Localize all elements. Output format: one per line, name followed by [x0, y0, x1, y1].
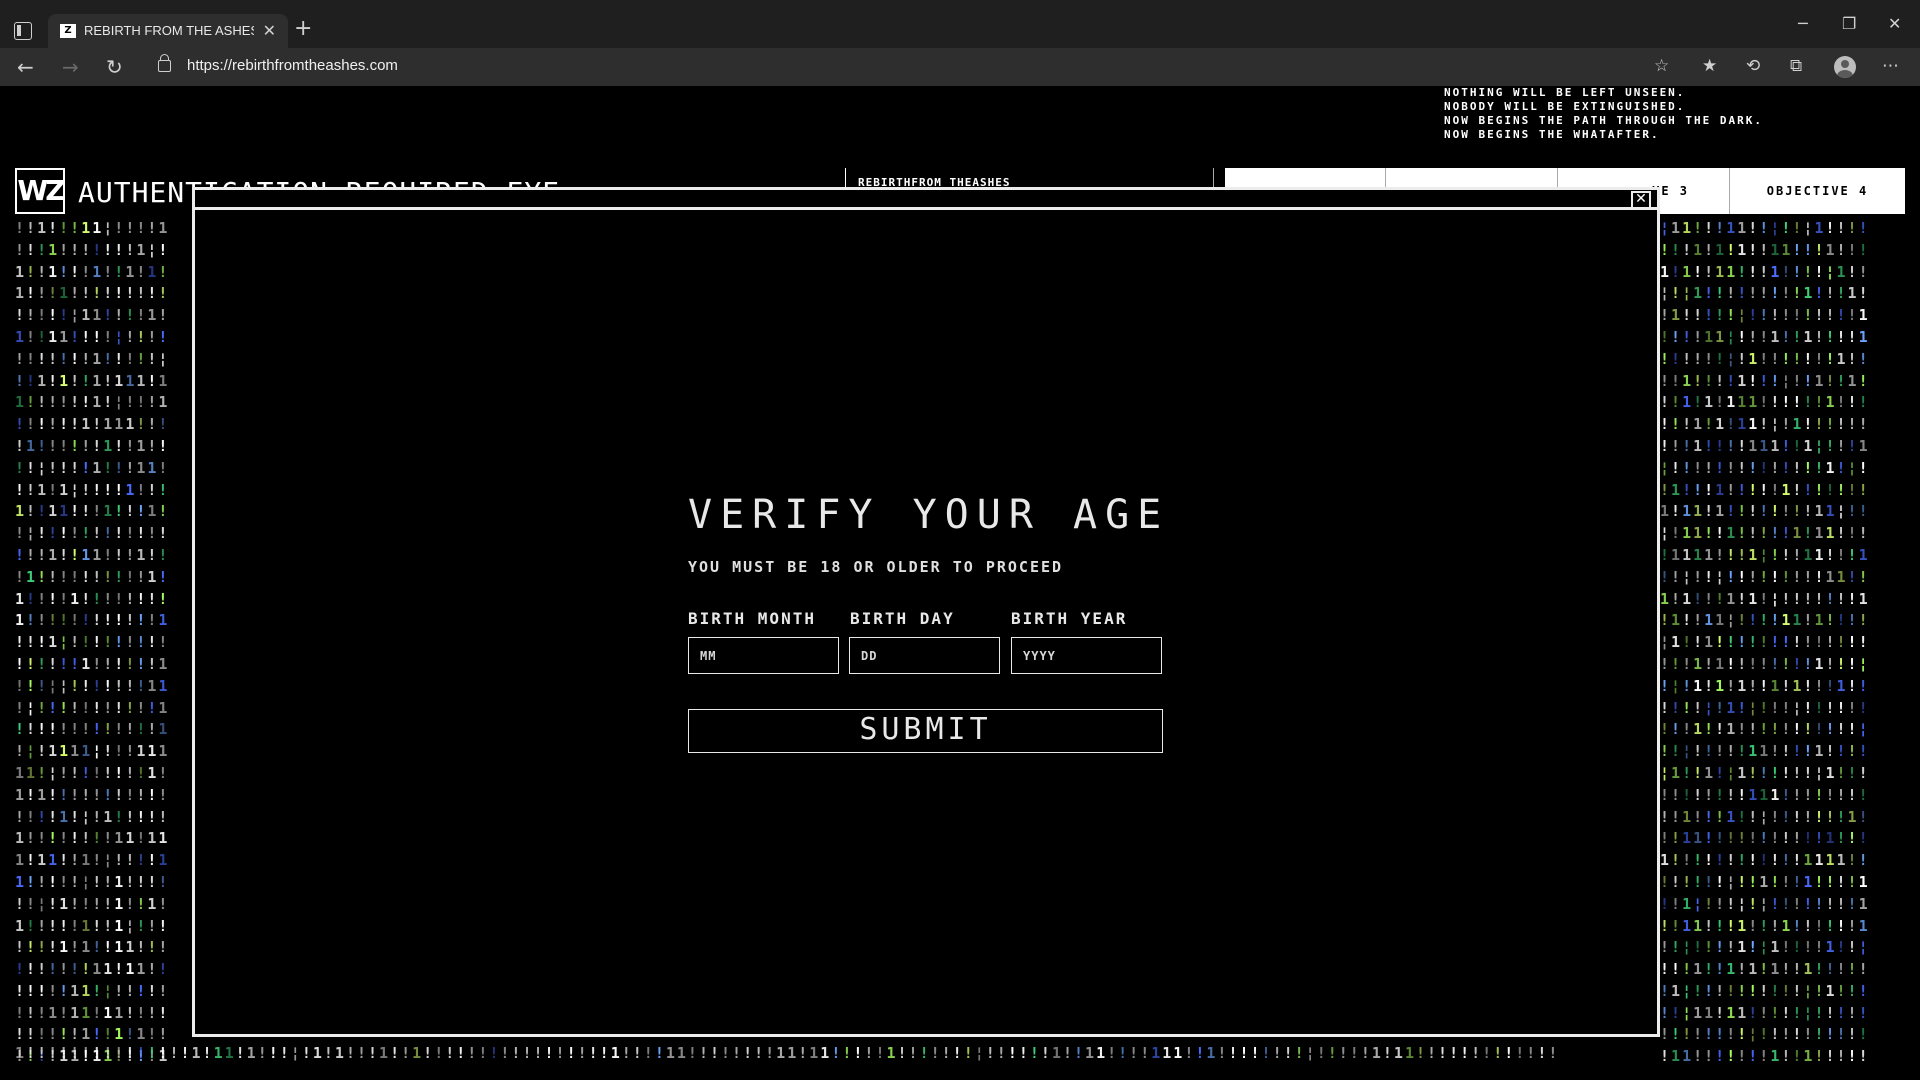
minimize-icon[interactable]: ─ — [1798, 14, 1808, 33]
address-bar[interactable]: https://rebirthfromtheashes.com — [187, 57, 398, 74]
matrix-rain-left: !!1!!!11¦!!!!1 !!!1!!!!!!!1¦! 1!!1!!!1!!1!… — [15, 219, 170, 1066]
matrix-rain-right: ¦11!!!11!!¦!!¦1!!!! !!!1!1!1!!11!!!1!!! 1!… — [1660, 219, 1870, 1066]
browser-tab-bar: Z REBIRTH FROM THE ASHES // W ✕ + ─ ❐ ✕ — [0, 0, 1920, 48]
objective-tab-4[interactable]: OBJECTIVE 4 — [1729, 168, 1905, 214]
browser-tab[interactable]: Z REBIRTH FROM THE ASHES // W ✕ — [48, 14, 288, 48]
lock-icon[interactable] — [158, 54, 171, 72]
birth-month-label: BIRTH MONTH — [688, 609, 816, 628]
browser-nav-bar: ← → ↻ https://rebirthfromtheashes.com ☆ … — [0, 48, 1920, 86]
collections-icon[interactable]: ⧉ — [1790, 56, 1802, 76]
more-menu-icon[interactable]: ⋯ — [1882, 56, 1899, 76]
tab-title: REBIRTH FROM THE ASHES // W — [84, 23, 254, 38]
modal-close-button[interactable]: ✕ — [1631, 191, 1651, 209]
birth-day-label: BIRTH DAY — [850, 609, 955, 628]
submit-button[interactable]: SUBMIT — [688, 709, 1163, 753]
profile-avatar-icon[interactable] — [1834, 56, 1856, 78]
restore-icon[interactable]: ❐ — [1842, 14, 1856, 33]
verify-age-heading: VERIFY YOUR AGE — [688, 492, 1170, 538]
history-icon[interactable]: ⟲ — [1746, 56, 1760, 76]
modal-title-bar: ✕ — [195, 190, 1657, 210]
favicon-icon: Z — [60, 24, 76, 38]
window-close-icon[interactable]: ✕ — [1888, 14, 1901, 33]
matrix-rain-bottom: 1!!!!!!!!!!!!!!!1!11!1!!!¦!1!1!!!1!!1!!!… — [15, 1044, 1560, 1062]
birth-day-input[interactable] — [849, 637, 1000, 674]
favorites-icon[interactable]: ★ — [1702, 56, 1717, 76]
site-logo[interactable]: WZ — [15, 168, 66, 214]
age-requirement-text: YOU MUST BE 18 OR OLDER TO PROCEED — [688, 558, 1064, 576]
birth-year-label: BIRTH YEAR — [1011, 609, 1128, 628]
manifesto-text: NOTHING WILL BE LEFT UNSEEN. NOBODY WILL… — [1444, 86, 1764, 141]
back-icon[interactable]: ← — [17, 55, 34, 79]
new-tab-icon[interactable]: + — [294, 16, 312, 41]
add-favorite-icon[interactable]: ☆ — [1654, 56, 1669, 76]
tab-close-icon[interactable]: ✕ — [263, 21, 276, 40]
reload-icon[interactable]: ↻ — [106, 55, 123, 79]
forward-icon[interactable]: → — [62, 55, 79, 79]
tab-actions-icon[interactable] — [14, 22, 32, 40]
birth-month-input[interactable] — [688, 637, 839, 674]
birth-year-input[interactable] — [1011, 637, 1162, 674]
